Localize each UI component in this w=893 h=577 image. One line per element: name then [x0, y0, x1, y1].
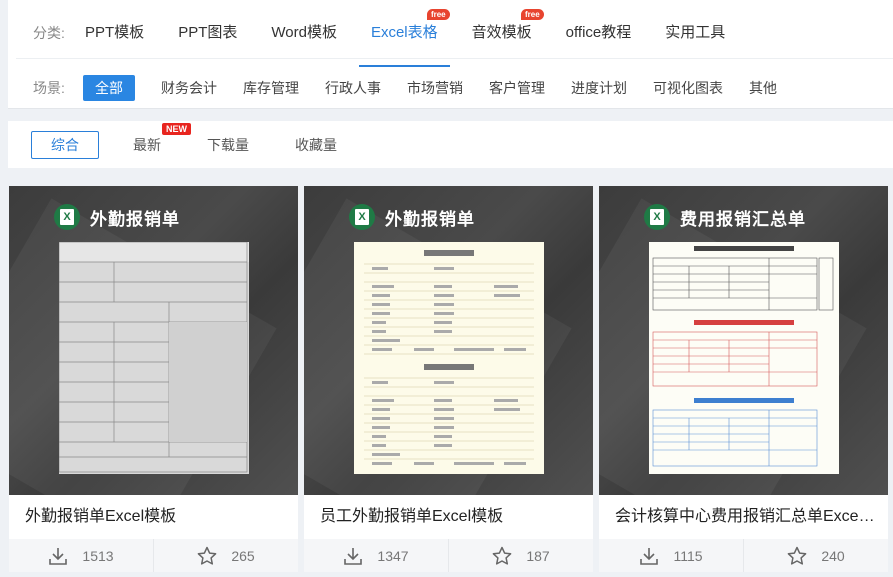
star-icon — [197, 546, 217, 565]
thumb-header: X 费用报销汇总单 — [644, 204, 806, 230]
tab-label: Excel表格 — [370, 24, 438, 41]
star-icon — [787, 546, 807, 565]
download-icon — [640, 547, 659, 565]
scene-row: 场景: 全部 财务会计 库存管理 行政人事 市场营销 客户管理 进度计划 可视化… — [8, 63, 803, 113]
tab-word-template[interactable]: Word模板 — [271, 8, 337, 58]
divider — [16, 58, 893, 59]
tab-label: 实用工具 — [665, 24, 726, 41]
tab-label: PPT图表 — [178, 24, 238, 41]
download-icon — [344, 547, 363, 565]
tab-office-tutorial[interactable]: office教程 — [566, 8, 632, 58]
tab-label: 音效模板 — [471, 24, 532, 41]
thumb-header: X 外勤报销单 — [349, 204, 475, 230]
tab-ppt-template[interactable]: PPT模板 — [85, 8, 144, 58]
tab-label: PPT模板 — [85, 24, 145, 41]
excel-icon: X — [644, 204, 670, 230]
thumb-header: X 外勤报销单 — [54, 204, 180, 230]
thumb-title: 外勤报销单 — [385, 209, 475, 229]
favorite-value: 187 — [526, 547, 550, 564]
scene-marketing[interactable]: 市场营销 — [407, 75, 463, 101]
filter-panel: 分类: PPT模板 PPT图表 Word模板 Excel表格 free 音效模板 f… — [8, 0, 893, 109]
template-thumbnail[interactable]: X 外勤报销单 — [304, 186, 593, 495]
favorite-count[interactable]: 265 — [153, 539, 298, 572]
download-count[interactable]: 1115 — [599, 539, 743, 572]
template-thumbnail[interactable]: X 外勤报销单 — [9, 186, 298, 495]
star-icon — [492, 546, 512, 565]
sheet-preview-graphic — [59, 242, 249, 474]
download-value: 1513 — [82, 547, 114, 564]
sheet-preview — [354, 242, 544, 474]
template-stats: 1347 187 — [304, 539, 593, 572]
template-name[interactable]: 外勤报销单Excel模板 — [9, 495, 298, 539]
download-value: 1347 — [377, 547, 409, 564]
template-card[interactable]: X 外勤报销单 — [304, 186, 593, 572]
scene-customer[interactable]: 客户管理 — [489, 75, 545, 101]
scene-inventory[interactable]: 库存管理 — [243, 75, 299, 101]
download-count[interactable]: 1347 — [304, 539, 448, 572]
download-count[interactable]: 1513 — [9, 539, 153, 572]
template-thumbnail[interactable]: X 费用报销汇总单 — [599, 186, 888, 495]
favorite-count[interactable]: 187 — [448, 539, 593, 572]
sort-favorites[interactable]: 收藏量 — [295, 135, 337, 155]
favorite-value: 240 — [821, 547, 845, 564]
scene-label: 场景: — [33, 80, 65, 96]
template-card[interactable]: X 费用报销汇总单 会计核算中心费用报销汇总单Excel模板 1115 240 — [599, 186, 888, 572]
free-badge: free — [426, 9, 450, 20]
tab-ppt-chart[interactable]: PPT图表 — [178, 8, 237, 58]
scene-visual-chart[interactable]: 可视化图表 — [653, 75, 723, 101]
sheet-preview — [59, 242, 249, 474]
download-value: 1115 — [673, 547, 703, 564]
scene-hr[interactable]: 行政人事 — [325, 75, 381, 101]
category-label: 分类: — [33, 25, 65, 41]
template-grid: X 外勤报销单 外勤报销单Excel模板 1513 265 X 外勤报销单 员工… — [9, 186, 893, 572]
sort-comprehensive[interactable]: 综合 — [31, 130, 99, 159]
sheet-preview-graphic — [364, 250, 534, 465]
sheet-preview-graphic — [652, 246, 834, 467]
scene-finance[interactable]: 财务会计 — [161, 75, 217, 101]
excel-icon: X — [54, 204, 80, 230]
sort-downloads[interactable]: 下载量 — [207, 135, 249, 155]
sort-latest[interactable]: 最新 NEW — [133, 122, 191, 155]
new-badge: NEW — [162, 122, 191, 135]
template-stats: 1513 265 — [9, 539, 298, 572]
free-badge: free — [520, 9, 544, 20]
scene-all[interactable]: 全部 — [83, 75, 135, 101]
tab-sound-template[interactable]: 音效模板 free — [471, 8, 544, 58]
template-name[interactable]: 员工外勤报销单Excel模板 — [304, 495, 593, 539]
scene-schedule[interactable]: 进度计划 — [571, 75, 627, 101]
tab-label: Word模板 — [271, 24, 337, 41]
scene-other[interactable]: 其他 — [749, 75, 777, 101]
excel-icon: X — [349, 204, 375, 230]
thumb-title: 费用报销汇总单 — [680, 209, 806, 229]
thumb-title: 外勤报销单 — [90, 209, 180, 229]
favorite-value: 265 — [231, 547, 255, 564]
download-icon — [49, 547, 68, 565]
template-card[interactable]: X 外勤报销单 — [9, 186, 298, 572]
sheet-preview — [649, 242, 839, 474]
tab-tools[interactable]: 实用工具 — [665, 8, 725, 58]
template-stats: 1115 240 — [599, 539, 888, 572]
tab-excel[interactable]: Excel表格 free — [359, 8, 450, 67]
tab-label: office教程 — [565, 24, 632, 41]
sort-bar: 综合 最新 NEW 下载量 收藏量 — [8, 121, 893, 168]
template-name[interactable]: 会计核算中心费用报销汇总单Excel模板 — [599, 495, 888, 539]
favorite-count[interactable]: 240 — [743, 539, 888, 572]
category-row: 分类: PPT模板 PPT图表 Word模板 Excel表格 free 音效模板 f… — [8, 8, 759, 67]
sort-label: 最新 — [133, 136, 161, 153]
